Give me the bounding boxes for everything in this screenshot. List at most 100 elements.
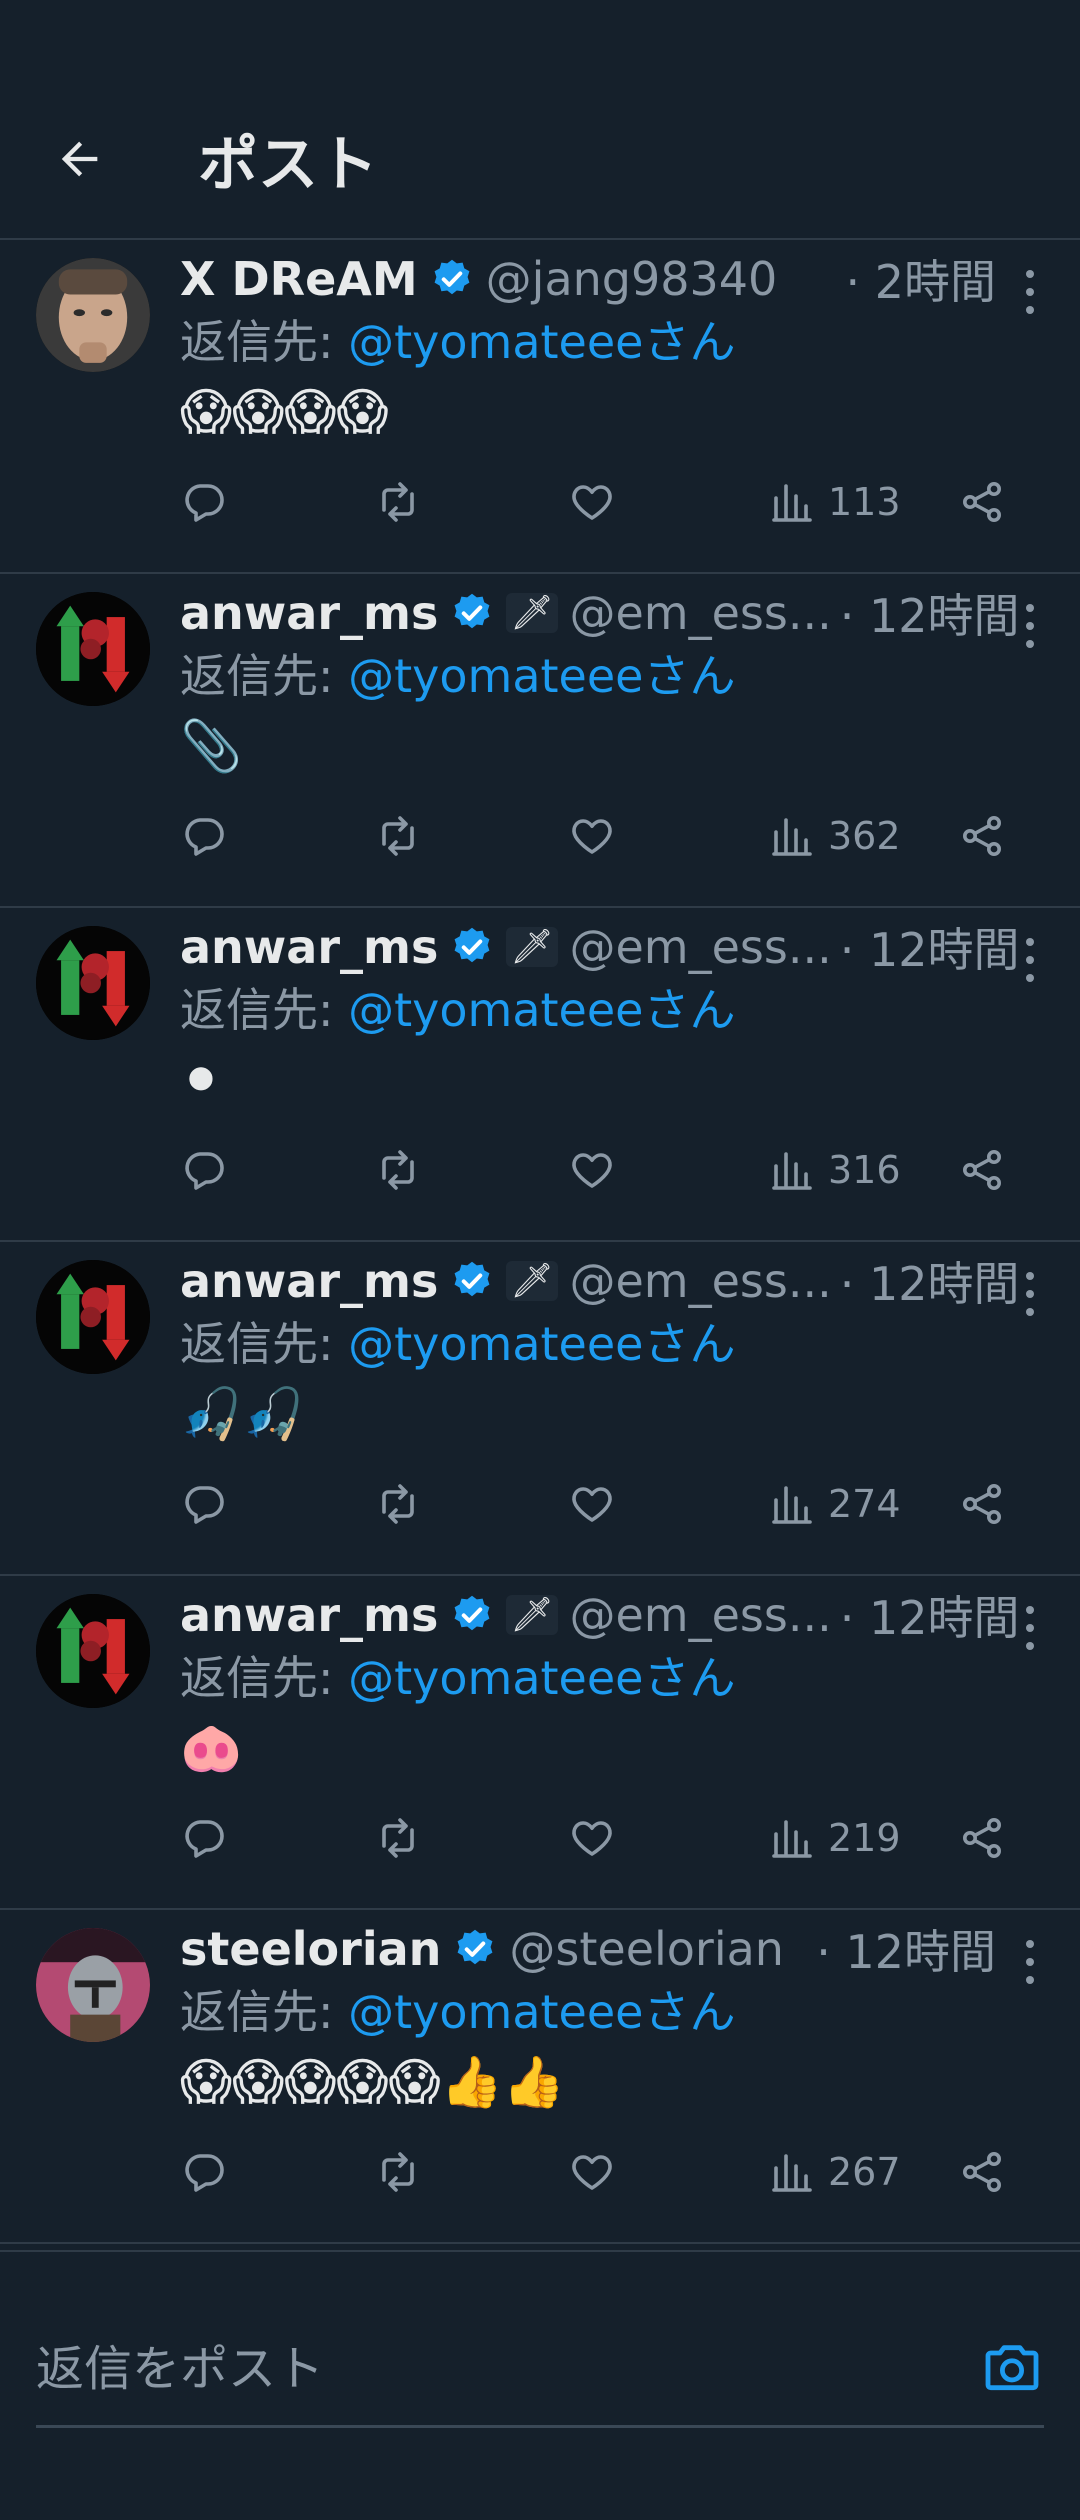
reply-feed: X DReAM @jang98340 · 2時間 返信先: @tyomateee… [0,240,1080,2244]
more-vertical-icon[interactable] [1020,938,1040,982]
post-content: 🐽 [180,1719,243,1777]
more-vertical-icon[interactable] [1020,270,1040,314]
views-button[interactable]: 274 [768,1474,901,1534]
post-header: anwar_ms 🗡 @em_ess... · 12時間 [180,1250,1040,1312]
reply-button[interactable] [180,806,228,866]
timestamp: · 12時間 [839,1591,1020,1645]
reply-post[interactable]: anwar_ms 🗡 @em_ess... · 12時間 返信先: @tyoma… [0,1576,1080,1910]
like-button[interactable] [568,806,616,866]
reply-post[interactable]: X DReAM @jang98340 · 2時間 返信先: @tyomateee… [0,240,1080,574]
camera-icon[interactable] [980,2337,1044,2401]
display-name[interactable]: anwar_ms [180,1254,438,1308]
avatar[interactable] [36,1928,150,2042]
like-button[interactable] [568,472,616,532]
views-icon [772,818,812,856]
status-bar [0,0,1080,80]
views-count: 219 [828,1816,901,1860]
reply-post[interactable]: anwar_ms 🗡 @em_ess... · 12時間 返信先: @tyoma… [0,908,1080,1242]
display-name[interactable]: steelorian [180,1922,441,1976]
back-button[interactable] [52,131,108,187]
reply-to-line: 返信先: @tyomateeeさん [180,1646,1040,1710]
reply-post[interactable]: anwar_ms 🗡 @em_ess... · 12時間 返信先: @tyoma… [0,574,1080,908]
dagger-badge-icon: 🗡 [506,593,558,633]
reply-to-link[interactable]: @tyomateeeさん [348,1317,735,1371]
verified-badge-icon [457,1929,493,1965]
reply-post[interactable]: steelorian @steelorian · 12時間 返信先: @tyom… [0,1910,1080,2244]
heart-icon [572,1487,612,1522]
avatar[interactable] [36,258,150,372]
views-button[interactable]: 316 [768,1140,901,1200]
share-icon [963,2152,1001,2192]
more-vertical-icon[interactable] [1020,1606,1040,1650]
display-name[interactable]: anwar_ms [180,920,438,974]
post-content: 🎣🎣 [180,1385,305,1443]
post-header: anwar_ms 🗡 @em_ess... · 12時間 [180,916,1040,978]
display-name[interactable]: anwar_ms [180,586,438,640]
dagger-badge-icon: 🗡 [506,1595,558,1635]
user-handle[interactable]: @steelorian [509,1922,784,1976]
repost-button[interactable] [374,1140,422,1200]
reply-to-line: 返信先: @tyomateeeさん [180,978,1040,1042]
avatar[interactable] [36,1594,150,1708]
more-vertical-icon[interactable] [1020,604,1040,648]
views-icon [772,1152,812,1190]
user-handle[interactable]: @em_ess... [570,920,832,974]
reply-button[interactable] [180,1474,228,1534]
reply-button[interactable] [180,2142,228,2202]
views-button[interactable]: 362 [768,806,901,866]
dagger-badge-icon: 🗡 [506,927,558,967]
user-handle[interactable]: @jang98340 [486,252,778,306]
repost-button[interactable] [374,1808,422,1868]
repost-button[interactable] [374,2142,422,2202]
post-body: anwar_ms 🗡 @em_ess... · 12時間 返信先: @tyoma… [180,1250,1040,1452]
more-vertical-icon[interactable] [1020,1272,1040,1316]
like-button[interactable] [568,1140,616,1200]
repost-button[interactable] [374,472,422,532]
verified-badge-icon [454,1261,490,1297]
share-button[interactable] [958,1140,1006,1200]
share-button[interactable] [958,472,1006,532]
reply-to-link[interactable]: @tyomateeeさん [348,649,735,703]
views-button[interactable]: 267 [768,2142,901,2202]
user-handle[interactable]: @em_ess... [570,1254,832,1308]
reply-to-link[interactable]: @tyomateeeさん [348,315,735,369]
reply-button[interactable] [180,1140,228,1200]
avatar[interactable] [36,926,150,1040]
action-bar: 113 [180,472,1040,532]
like-button[interactable] [568,1474,616,1534]
avatar[interactable] [36,1260,150,1374]
views-button[interactable]: 219 [768,1808,901,1868]
display-name[interactable]: X DReAM [180,252,418,306]
reply-to-label: 返信先: [180,1651,349,1705]
share-button[interactable] [958,806,1006,866]
reply-icon [185,1820,224,1858]
like-button[interactable] [568,1808,616,1868]
reply-to-line: 返信先: @tyomateeeさん [180,310,1040,374]
reply-to-line: 返信先: @tyomateeeさん [180,1312,1040,1376]
reply-post[interactable]: anwar_ms 🗡 @em_ess... · 12時間 返信先: @tyoma… [0,1242,1080,1576]
display-name[interactable]: anwar_ms [180,1588,438,1642]
timestamp: · 12時間 [839,1257,1020,1311]
like-button[interactable] [568,2142,616,2202]
reply-to-link[interactable]: @tyomateeeさん [348,1985,735,2039]
reply-to-link[interactable]: @tyomateeeさん [348,1651,735,1705]
reply-button[interactable] [180,1808,228,1868]
reply-icon [185,2154,224,2192]
share-button[interactable] [958,1808,1006,1868]
views-button[interactable]: 113 [768,472,901,532]
share-button[interactable] [958,2142,1006,2202]
more-vertical-icon[interactable] [1020,1940,1040,1984]
reply-button[interactable] [180,472,228,532]
views-icon [772,2154,812,2192]
views-count: 362 [828,814,901,858]
share-button[interactable] [958,1474,1006,1534]
user-handle[interactable]: @em_ess... [570,586,832,640]
repost-button[interactable] [374,1474,422,1534]
avatar[interactable] [36,592,150,706]
reply-input[interactable] [36,2340,980,2397]
reply-to-link[interactable]: @tyomateeeさん [348,983,735,1037]
share-icon [963,1818,1001,1858]
repost-button[interactable] [374,806,422,866]
action-bar: 267 [180,2142,1040,2202]
user-handle[interactable]: @em_ess... [570,1588,832,1642]
